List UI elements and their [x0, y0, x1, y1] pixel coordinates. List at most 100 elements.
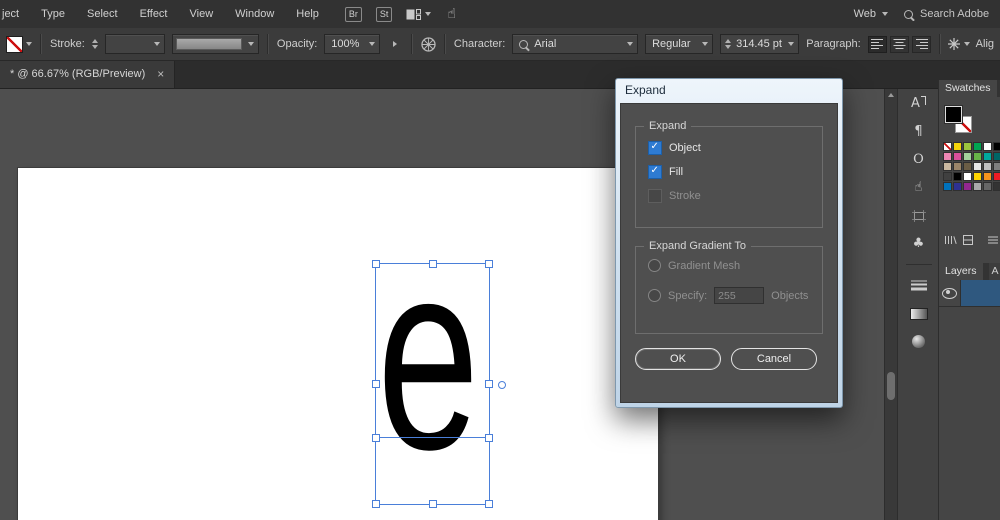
checkbox-stroke[interactable] [648, 189, 662, 203]
search-adobe[interactable] [904, 7, 992, 21]
align-left-button[interactable] [868, 36, 887, 53]
arrange-documents-button[interactable] [406, 9, 431, 20]
align-panel-label-partial[interactable]: Alig [976, 38, 994, 50]
swatch[interactable] [973, 172, 982, 181]
dialog-title[interactable]: Expand [616, 79, 842, 102]
recolor-artwork-button[interactable] [421, 37, 436, 52]
stroke-panel-icon[interactable] [904, 276, 934, 295]
swatch[interactable] [963, 142, 972, 151]
menu-help[interactable]: Help [296, 8, 319, 20]
panel-options-button[interactable] [948, 38, 970, 50]
touch-workspace-button[interactable]: ☝ [447, 6, 456, 22]
option-specify[interactable]: Specify: Objects [648, 287, 808, 304]
selected-layer-highlight[interactable] [961, 280, 1000, 306]
opacity-options-button[interactable] [387, 35, 403, 53]
selection-handle[interactable] [372, 260, 380, 268]
fill-color-swatch[interactable] [6, 36, 32, 53]
font-size-control[interactable]: 314.45 pt [720, 34, 799, 54]
swatch[interactable] [953, 162, 962, 171]
anchor-point-circle[interactable] [498, 381, 506, 389]
align-center-button[interactable] [890, 36, 909, 53]
gradient-panel-icon[interactable] [904, 304, 934, 323]
specify-objects-input[interactable] [714, 287, 764, 304]
opentype-panel-icon[interactable]: O [904, 150, 934, 169]
transparency-panel-icon[interactable] [904, 332, 934, 351]
swatch-kinds-button[interactable] [963, 235, 973, 245]
scrollbar-thumb[interactable] [887, 372, 895, 400]
selection-handle[interactable] [485, 380, 493, 388]
swatch[interactable] [983, 142, 992, 151]
swatch-libraries-button[interactable] [944, 235, 957, 245]
swatch[interactable] [963, 162, 972, 171]
swatch[interactable] [973, 182, 982, 191]
stock-button[interactable]: St [376, 7, 393, 22]
swatch[interactable] [973, 162, 982, 171]
artboard[interactable] [18, 168, 658, 520]
stroke-weight-select[interactable] [105, 34, 165, 54]
selection-handle[interactable] [372, 500, 380, 508]
artboard-panel-icon[interactable] [904, 206, 934, 225]
swatch[interactable] [993, 182, 1000, 191]
panel-menu-button[interactable] [988, 236, 998, 244]
font-style-select[interactable]: Regular [645, 34, 713, 54]
workspace-switcher[interactable]: Web [854, 8, 888, 20]
swatch[interactable] [973, 142, 982, 151]
baseline-handle[interactable] [485, 434, 493, 442]
cancel-button[interactable]: Cancel [731, 348, 817, 370]
menu-type[interactable]: Type [41, 8, 65, 20]
checkbox-fill[interactable] [648, 165, 662, 179]
touch-type-panel-icon[interactable]: ☝ [904, 178, 934, 197]
close-tab-icon[interactable]: × [157, 67, 164, 81]
scroll-up-arrow-icon[interactable] [888, 93, 894, 97]
layer-row[interactable] [939, 280, 1000, 307]
menu-select[interactable]: Select [87, 8, 118, 20]
menu-effect[interactable]: Effect [140, 8, 168, 20]
swatch[interactable] [993, 162, 1000, 171]
search-input[interactable] [918, 7, 992, 21]
menu-window[interactable]: Window [235, 8, 274, 20]
width-profile-select[interactable] [172, 34, 259, 54]
bridge-button[interactable]: Br [345, 7, 362, 22]
opacity-select[interactable]: 100% [324, 34, 380, 54]
swatch[interactable] [943, 172, 952, 181]
swatch[interactable] [993, 142, 1000, 151]
radio-gradient-mesh[interactable] [648, 259, 661, 272]
swatch[interactable] [953, 152, 962, 161]
tab-swatches[interactable]: Swatches [939, 80, 997, 97]
swatch[interactable] [973, 152, 982, 161]
font-size-stepper[interactable] [725, 39, 731, 49]
selection-handle[interactable] [429, 260, 437, 268]
option-stroke[interactable]: Stroke [648, 189, 701, 203]
option-fill[interactable]: Fill [648, 165, 683, 179]
paragraph-label[interactable]: Paragraph: [806, 38, 860, 50]
swatch[interactable] [983, 162, 992, 171]
swatch[interactable] [983, 172, 992, 181]
checkbox-object[interactable] [648, 141, 662, 155]
swatch[interactable] [993, 152, 1000, 161]
baseline-handle[interactable] [372, 434, 380, 442]
swatch[interactable] [943, 162, 952, 171]
stroke-weight-stepper[interactable] [92, 39, 98, 49]
swatch[interactable] [983, 152, 992, 161]
selection-handle[interactable] [485, 260, 493, 268]
ok-button[interactable]: OK [635, 348, 721, 370]
swatch[interactable] [943, 182, 952, 191]
menu-view[interactable]: View [190, 8, 214, 20]
swatch[interactable] [993, 172, 1000, 181]
paragraph-panel-icon[interactable]: ¶ [904, 122, 934, 141]
swatch[interactable] [963, 172, 972, 181]
tab-layers[interactable]: Layers [939, 263, 983, 280]
selection-handle[interactable] [485, 500, 493, 508]
selection-handle[interactable] [429, 500, 437, 508]
menu-object-partial[interactable]: ject [2, 8, 19, 20]
visibility-toggle[interactable] [939, 280, 961, 306]
swatch[interactable] [963, 152, 972, 161]
swatch[interactable] [953, 142, 962, 151]
tab-artboards-partial[interactable]: A [989, 263, 1000, 280]
swatch[interactable] [953, 182, 962, 191]
character-panel-icon[interactable]: A [904, 94, 934, 113]
fill-black-swatch[interactable] [945, 106, 962, 123]
swatch[interactable] [943, 152, 952, 161]
align-right-button[interactable] [912, 36, 931, 53]
radio-specify[interactable] [648, 289, 661, 302]
